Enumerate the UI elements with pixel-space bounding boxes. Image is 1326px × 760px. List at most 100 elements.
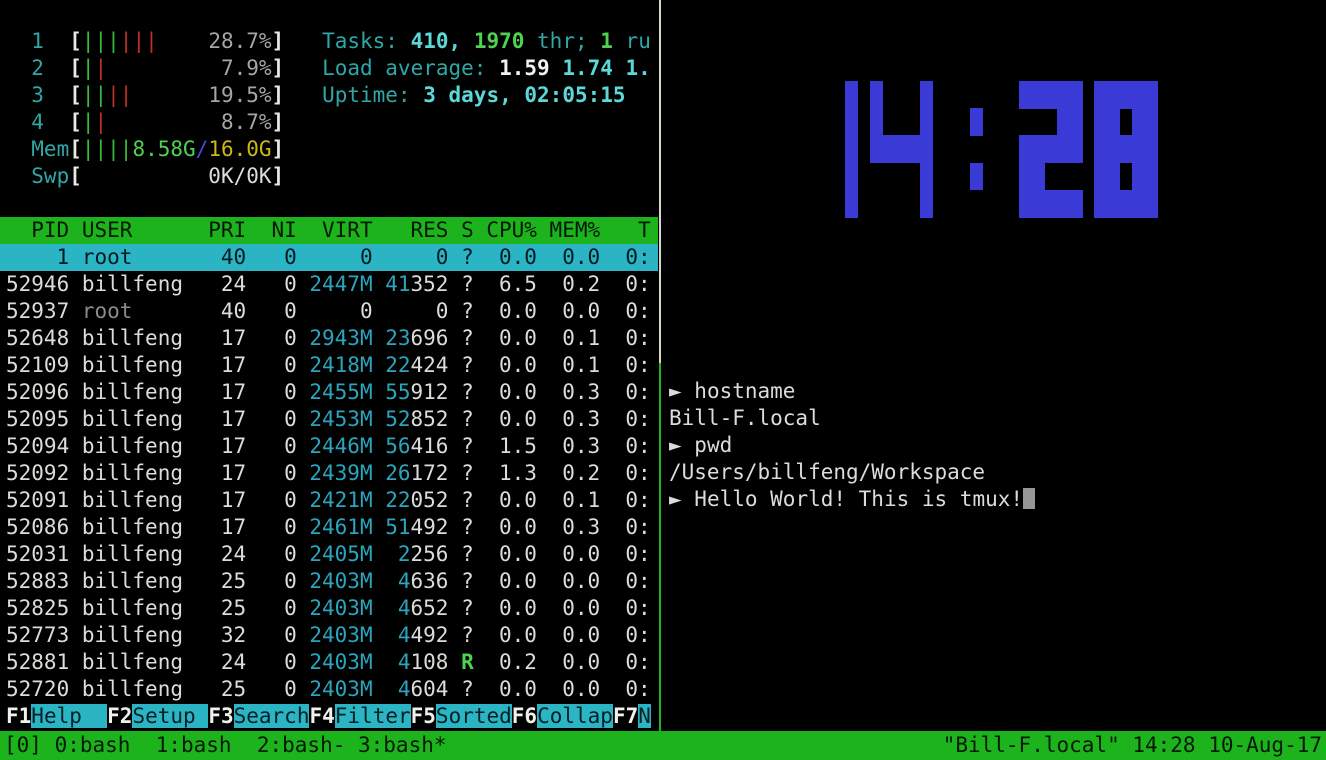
meter-bar: 0K/0K bbox=[82, 163, 272, 190]
cell-s: R bbox=[448, 649, 473, 676]
cell-pri: 17 bbox=[196, 433, 247, 460]
cell-pid: 52109 bbox=[6, 352, 69, 379]
meter-row-1: 1[|||||| 28.7%]Tasks: 410, 1970 thr; 1 r… bbox=[0, 28, 658, 55]
fkey-label[interactable]: Search bbox=[234, 704, 310, 728]
cell-user: billfeng bbox=[82, 676, 196, 703]
cell-ni: 0 bbox=[246, 595, 297, 622]
cell-sep bbox=[69, 379, 82, 406]
column-header-user[interactable]: USER bbox=[82, 217, 196, 244]
cell-time: 0: bbox=[600, 406, 651, 433]
prompt-arrow-icon: ► bbox=[669, 379, 694, 403]
cell-pid: 52095 bbox=[6, 406, 69, 433]
cell-cpu: 0.0 bbox=[474, 352, 537, 379]
cell-sep bbox=[69, 676, 82, 703]
column-header-pri[interactable]: PRI bbox=[196, 217, 247, 244]
column-header-s[interactable]: S bbox=[448, 217, 473, 244]
process-row[interactable]: 52720 billfeng2502403M4604?0.00.00: bbox=[0, 676, 658, 703]
process-row[interactable]: 52094 billfeng1702446M56416?1.50.30: bbox=[0, 433, 658, 460]
pane-divider-vertical-top[interactable] bbox=[659, 0, 661, 363]
column-header-time[interactable]: T bbox=[600, 217, 651, 244]
fkey-f2[interactable]: F2 bbox=[107, 704, 132, 728]
pane-divider-vertical-bottom-active[interactable] bbox=[659, 363, 661, 731]
column-header-virt[interactable]: VIRT bbox=[297, 217, 373, 244]
tmux-session-info: "Bill-F.local" 14:28 10-Aug-17 bbox=[943, 731, 1322, 760]
tmux-window-list[interactable]: [0] 0:bash 1:bash 2:bash- 3:bash* bbox=[4, 731, 447, 760]
clock-glyph-2 bbox=[1019, 81, 1082, 217]
process-row[interactable]: 52109 billfeng1702418M22424?0.00.10: bbox=[0, 352, 658, 379]
shell-terminal-pane[interactable]: ► hostnameBill-F.local► pwd/Users/billfe… bbox=[663, 367, 1326, 731]
cell-pid: 52883 bbox=[6, 568, 69, 595]
cell-sep bbox=[69, 622, 82, 649]
terminal-command-line: ► Hello World! This is tmux! bbox=[663, 486, 1326, 513]
process-row[interactable]: 52773 billfeng3202403M4492?0.00.00: bbox=[0, 622, 658, 649]
process-row[interactable]: 52937 root40000?0.00.00: bbox=[0, 298, 658, 325]
column-header-res[interactable]: RES bbox=[373, 217, 449, 244]
fkey-label[interactable]: Sorted bbox=[436, 704, 512, 728]
process-row[interactable]: 52881 billfeng2402403M4108R0.20.00: bbox=[0, 649, 658, 676]
cell-pri: 40 bbox=[196, 298, 247, 325]
cell-time: 0: bbox=[600, 460, 651, 487]
cell-pid: 52937 bbox=[6, 298, 69, 325]
terminal-output-line: /Users/billfeng/Workspace bbox=[663, 459, 1326, 486]
cell-pri: 25 bbox=[196, 676, 247, 703]
fkey-f1[interactable]: F1 bbox=[6, 704, 31, 728]
cell-virt: 2439M bbox=[297, 460, 373, 487]
process-row[interactable]: 52091 billfeng1702421M22052?0.00.10: bbox=[0, 487, 658, 514]
fkey-label[interactable]: Filter bbox=[335, 704, 411, 728]
cell-cpu: 0.0 bbox=[474, 406, 537, 433]
cell-ni: 0 bbox=[246, 325, 297, 352]
fkey-f3[interactable]: F3 bbox=[208, 704, 233, 728]
digital-clock bbox=[845, 81, 1169, 217]
cell-cpu: 1.5 bbox=[474, 433, 537, 460]
cell-s: ? bbox=[448, 433, 473, 460]
fkey-label[interactable]: Collap bbox=[537, 704, 613, 728]
cell-time: 0: bbox=[600, 244, 651, 271]
process-row[interactable]: 52825 billfeng2502403M4652?0.00.00: bbox=[0, 595, 658, 622]
process-row-selected[interactable]: 1 root40000?0.00.00: bbox=[0, 244, 658, 271]
process-row[interactable]: 52096 billfeng1702455M55912?0.00.30: bbox=[0, 379, 658, 406]
tmux-status-bar: [0] 0:bash 1:bash 2:bash- 3:bash* "Bill-… bbox=[0, 731, 1326, 760]
cell-res: 22424 bbox=[373, 352, 449, 379]
fkey-label[interactable]: Help bbox=[31, 704, 107, 728]
fkey-label[interactable]: N bbox=[638, 704, 651, 728]
process-row[interactable]: 52095 billfeng1702453M52852?0.00.30: bbox=[0, 406, 658, 433]
cell-mem: 0.3 bbox=[537, 514, 600, 541]
cell-pri: 17 bbox=[196, 325, 247, 352]
cell-s: ? bbox=[448, 595, 473, 622]
process-row[interactable]: 52092 billfeng1702439M26172?1.30.20: bbox=[0, 460, 658, 487]
right-panes: ► hostnameBill-F.local► pwd/Users/billfe… bbox=[663, 0, 1326, 731]
cell-cpu: 0.0 bbox=[474, 325, 537, 352]
cell-user: billfeng bbox=[82, 514, 196, 541]
column-header-cpu[interactable]: CPU% bbox=[474, 217, 537, 244]
cell-sep bbox=[69, 514, 82, 541]
cell-mem: 0.3 bbox=[537, 433, 600, 460]
htop-summary-line: Uptime: 3 days, 02:05:15 bbox=[322, 83, 625, 107]
fkey-f4[interactable]: F4 bbox=[309, 704, 334, 728]
fkey-f5[interactable]: F5 bbox=[411, 704, 436, 728]
meter-bar: || 7.9% bbox=[82, 55, 272, 82]
cell-virt: 2405M bbox=[297, 541, 373, 568]
cell-res: 0 bbox=[373, 244, 449, 271]
htop-process-list: 1 root40000?0.00.00:52946 billfeng240244… bbox=[0, 244, 658, 703]
column-header-ni[interactable]: NI bbox=[246, 217, 297, 244]
cell-sep bbox=[69, 649, 82, 676]
cell-cpu: 0.0 bbox=[474, 622, 537, 649]
fkey-label[interactable]: Setup bbox=[132, 704, 208, 728]
cell-mem: 0.3 bbox=[537, 406, 600, 433]
process-row[interactable]: 52031 billfeng2402405M2256?0.00.00: bbox=[0, 541, 658, 568]
cell-time: 0: bbox=[600, 649, 651, 676]
meter-label: 1 bbox=[6, 28, 69, 55]
cell-cpu: 0.0 bbox=[474, 514, 537, 541]
process-row[interactable]: 52648 billfeng1702943M23696?0.00.10: bbox=[0, 325, 658, 352]
htop-table-header[interactable]: PID USERPRINIVIRTRESSCPU%MEM%T bbox=[0, 217, 658, 244]
process-row[interactable]: 52946 billfeng2402447M41352?6.50.20: bbox=[0, 271, 658, 298]
process-row[interactable]: 52086 billfeng1702461M51492?0.00.30: bbox=[0, 514, 658, 541]
fkey-f6[interactable]: F6 bbox=[512, 704, 537, 728]
column-header-mem[interactable]: MEM% bbox=[537, 217, 600, 244]
cell-time: 0: bbox=[600, 568, 651, 595]
process-row[interactable]: 52883 billfeng2502403M4636?0.00.00: bbox=[0, 568, 658, 595]
fkey-f7[interactable]: F7 bbox=[613, 704, 638, 728]
meter-label: 2 bbox=[6, 55, 69, 82]
cell-cpu: 0.0 bbox=[474, 244, 537, 271]
column-header-pid[interactable]: PID bbox=[6, 217, 69, 244]
